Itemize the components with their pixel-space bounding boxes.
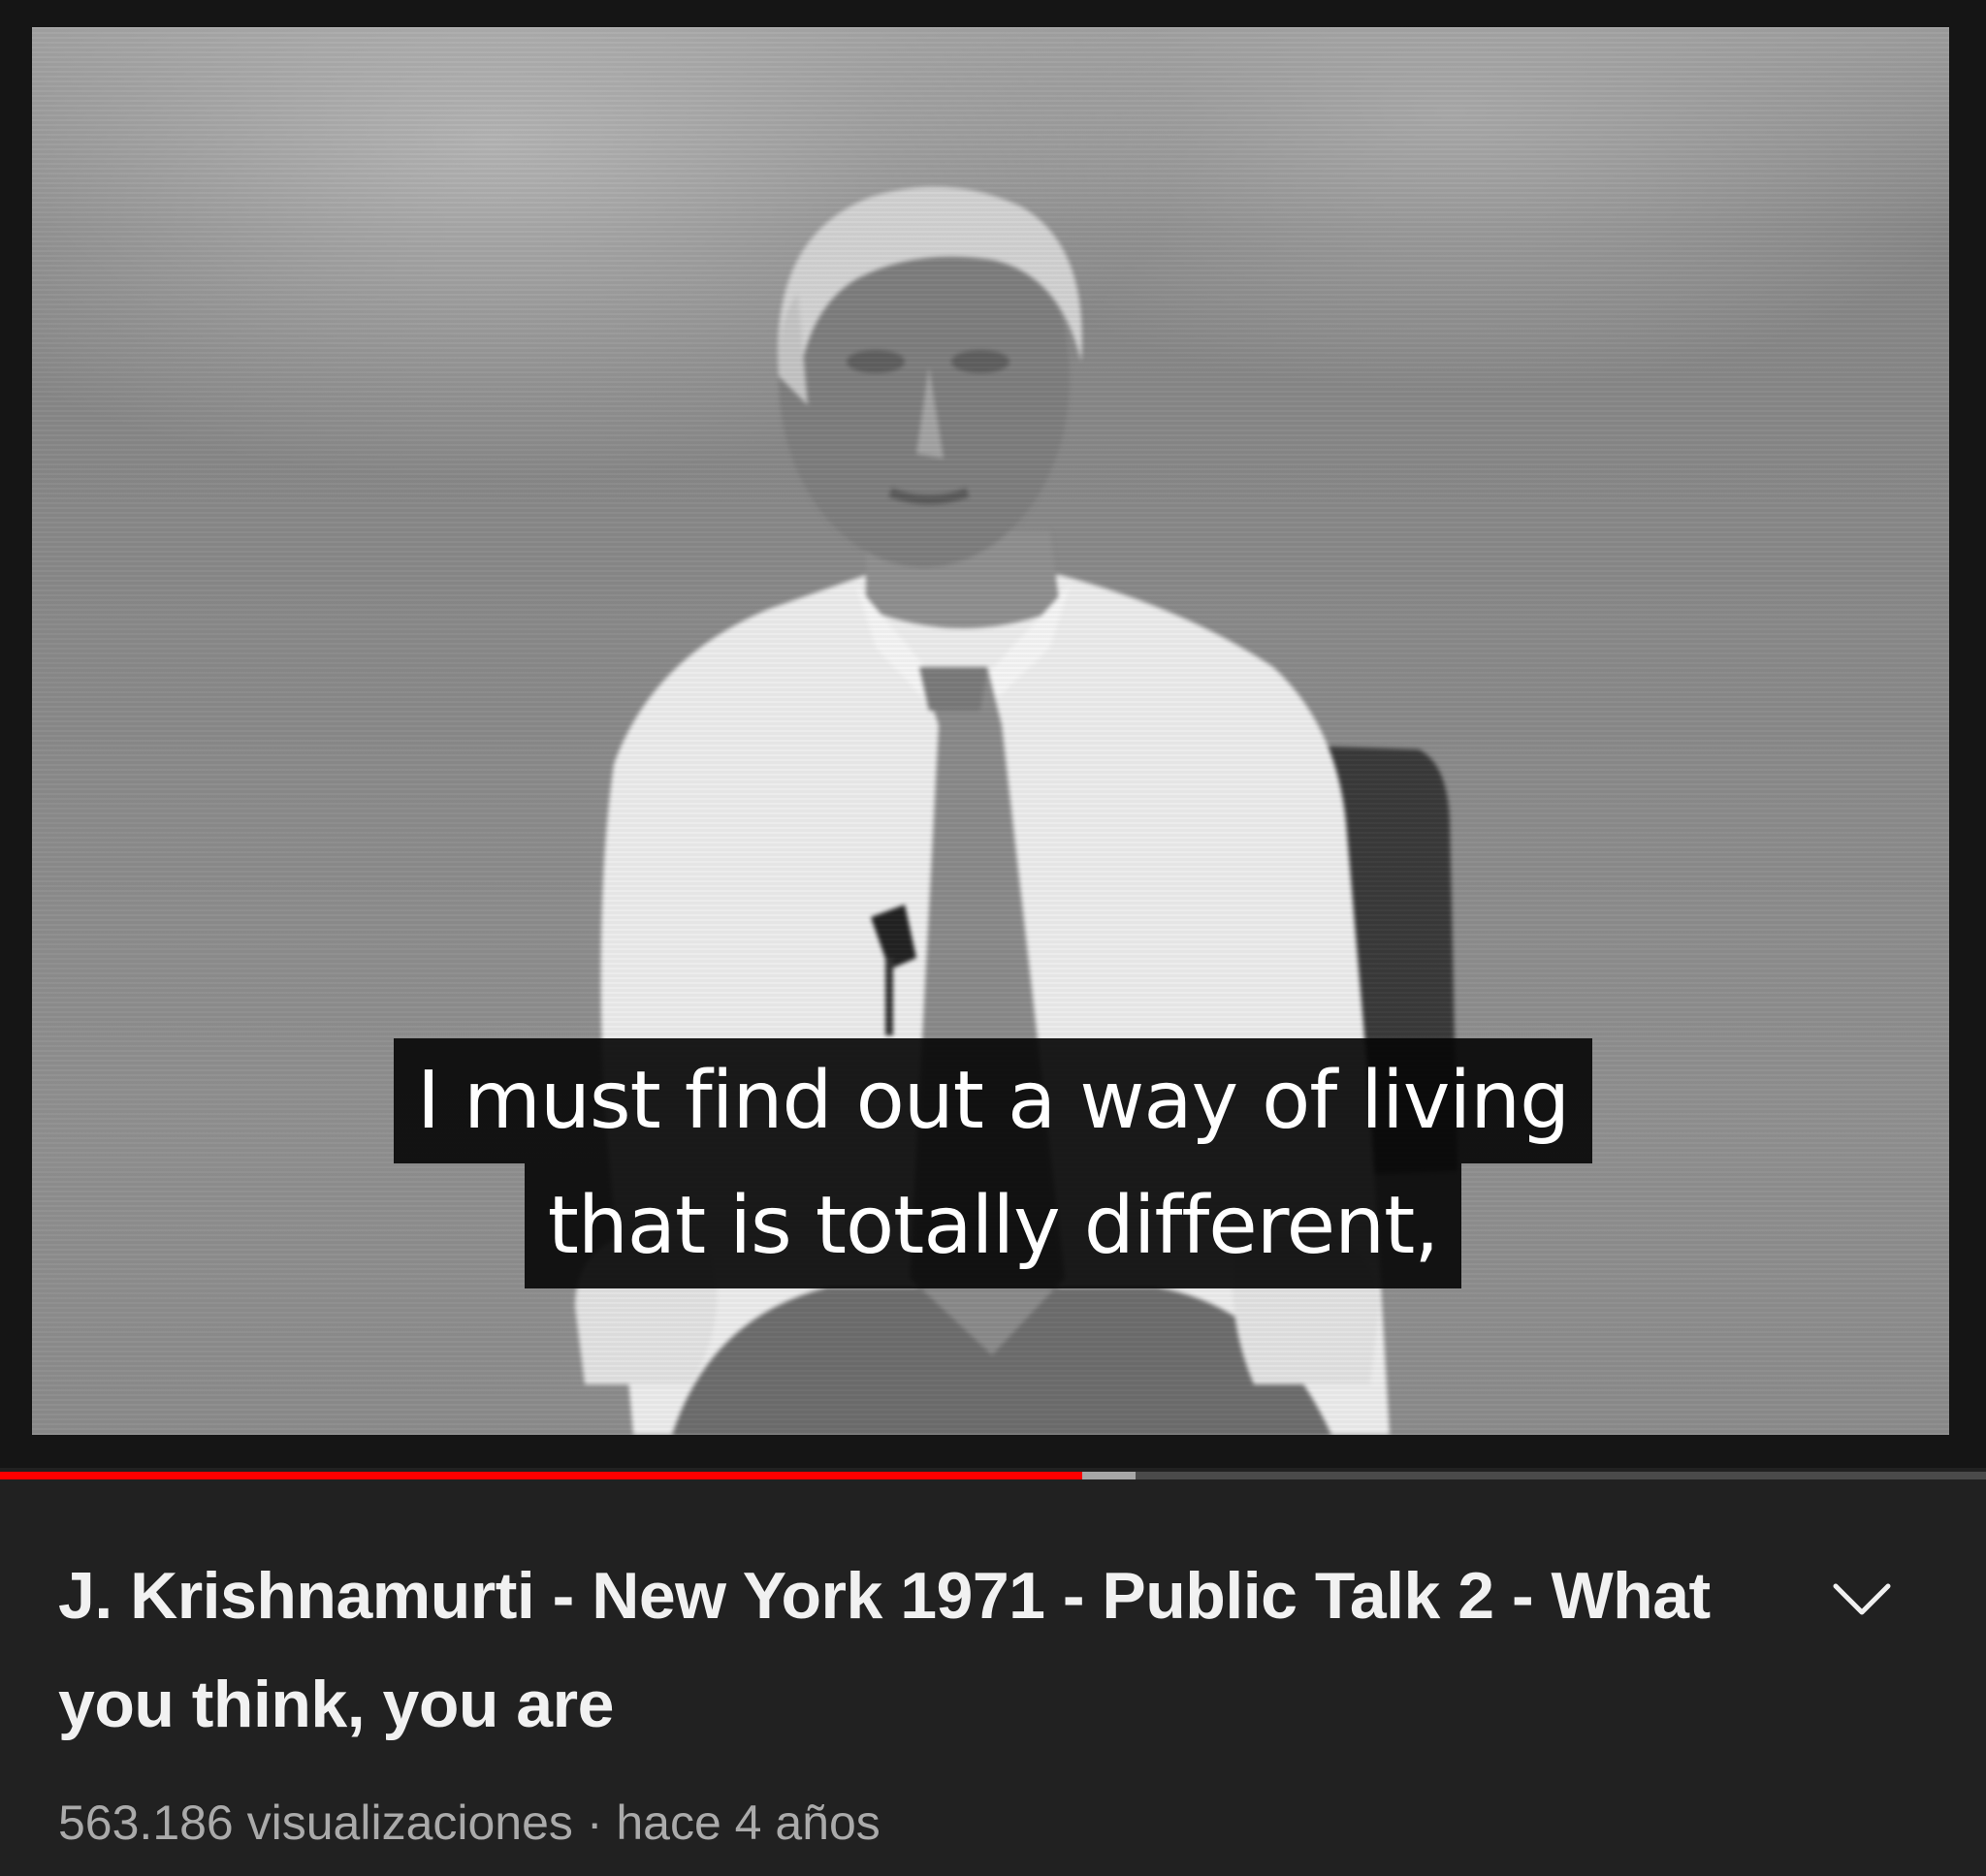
meta-separator: · xyxy=(572,1796,617,1850)
upload-age: hace 4 años xyxy=(616,1796,881,1850)
view-count: 563.186 visualizaciones xyxy=(58,1796,573,1850)
expand-description-button[interactable] xyxy=(1823,1561,1901,1638)
video-meta: 563.186 visualizaciones · hace 4 años xyxy=(58,1792,881,1854)
progress-played xyxy=(0,1472,1083,1479)
captions-overlay: I must find out a way of living that is … xyxy=(0,1038,1986,1288)
video-watch-page: I must find out a way of living that is … xyxy=(0,0,1986,1876)
video-title[interactable]: J. Krishnamurti - New York 1971 - Public… xyxy=(58,1542,1784,1759)
caption-line: that is totally different, xyxy=(524,1163,1462,1288)
chevron-down-icon xyxy=(1833,1583,1891,1615)
video-player[interactable]: I must find out a way of living that is … xyxy=(0,0,1986,1468)
progress-bar[interactable] xyxy=(0,1472,1986,1479)
caption-line: I must find out a way of living xyxy=(393,1038,1593,1163)
